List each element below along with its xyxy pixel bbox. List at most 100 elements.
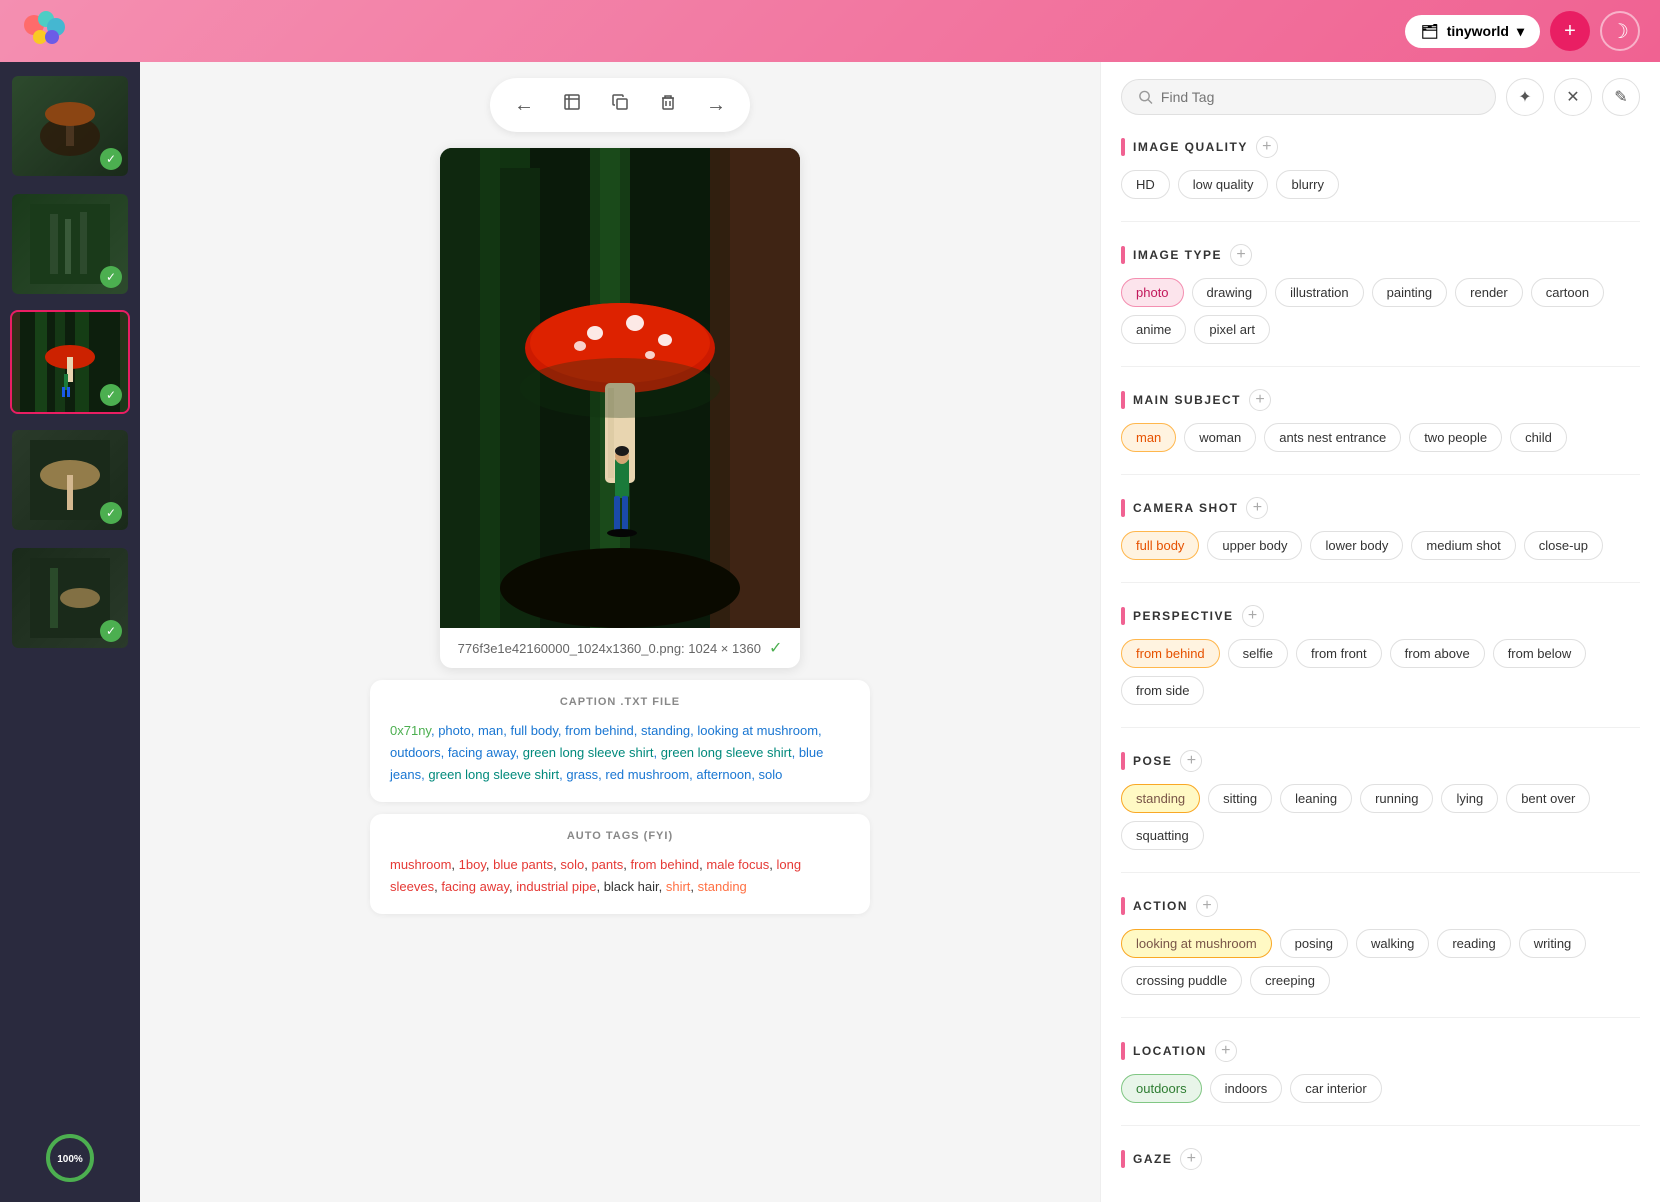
sidebar-item[interactable]: ✓ bbox=[10, 74, 130, 178]
main-layout: ✓ ✓ bbox=[0, 62, 1660, 1202]
add-location-button[interactable]: + bbox=[1215, 1040, 1237, 1062]
tag-render[interactable]: render bbox=[1455, 278, 1523, 307]
main-image-container: 776f3e1e42160000_1024x1360_0.png: 1024 ×… bbox=[440, 148, 800, 668]
forward-button[interactable]: → bbox=[702, 90, 730, 121]
magic-button[interactable]: ✦ bbox=[1506, 78, 1544, 116]
tag-creeping[interactable]: creeping bbox=[1250, 966, 1330, 995]
section-action: ACTION + looking at mushroom posing walk… bbox=[1121, 895, 1640, 995]
center-panel: ← bbox=[140, 62, 1100, 1202]
section-header-location: LOCATION + bbox=[1121, 1040, 1640, 1062]
tag-drawing[interactable]: drawing bbox=[1192, 278, 1268, 307]
tag-medium-shot[interactable]: medium shot bbox=[1411, 531, 1515, 560]
tag-running[interactable]: running bbox=[1360, 784, 1433, 813]
close-button[interactable]: ✕ bbox=[1554, 78, 1592, 116]
section-pose: POSE + standing sitting leaning running … bbox=[1121, 750, 1640, 850]
caption-title: CAPTION .TXT FILE bbox=[390, 696, 850, 708]
section-perspective: PERSPECTIVE + from behind selfie from fr… bbox=[1121, 605, 1640, 705]
image-quality-tags: HD low quality blurry bbox=[1121, 170, 1640, 199]
tag-standing[interactable]: standing bbox=[1121, 784, 1200, 813]
sidebar-item[interactable]: ✓ bbox=[10, 428, 130, 532]
add-action-button[interactable]: + bbox=[1196, 895, 1218, 917]
tag-walking[interactable]: walking bbox=[1356, 929, 1429, 958]
section-location: LOCATION + outdoors indoors car interior bbox=[1121, 1040, 1640, 1103]
tag-lower-body[interactable]: lower body bbox=[1310, 531, 1403, 560]
tag-from-side[interactable]: from side bbox=[1121, 676, 1204, 705]
tag-full-body[interactable]: full body bbox=[1121, 531, 1199, 560]
tag-pixel-art[interactable]: pixel art bbox=[1194, 315, 1270, 344]
tag-low-quality[interactable]: low quality bbox=[1178, 170, 1269, 199]
progress-label: 100% bbox=[57, 1154, 83, 1165]
add-image-quality-button[interactable]: + bbox=[1256, 136, 1278, 158]
edit-button[interactable]: ✎ bbox=[1602, 78, 1640, 116]
theme-toggle-button[interactable]: ☽ bbox=[1600, 11, 1640, 51]
section-header-action: ACTION + bbox=[1121, 895, 1640, 917]
filename-check-icon: ✓ bbox=[769, 638, 782, 658]
add-pose-button[interactable]: + bbox=[1180, 750, 1202, 772]
tag-bent-over[interactable]: bent over bbox=[1506, 784, 1590, 813]
tag-crossing-puddle[interactable]: crossing puddle bbox=[1121, 966, 1242, 995]
tag-selfie[interactable]: selfie bbox=[1228, 639, 1288, 668]
check-icon: ✓ bbox=[100, 266, 122, 288]
add-gaze-button[interactable]: + bbox=[1180, 1148, 1202, 1170]
tag-car-interior[interactable]: car interior bbox=[1290, 1074, 1381, 1103]
tag-upper-body[interactable]: upper body bbox=[1207, 531, 1302, 560]
tag-leaning[interactable]: leaning bbox=[1280, 784, 1352, 813]
tag-outdoors[interactable]: outdoors bbox=[1121, 1074, 1202, 1103]
tag-squatting[interactable]: squatting bbox=[1121, 821, 1204, 850]
add-camera-shot-button[interactable]: + bbox=[1246, 497, 1268, 519]
tag-from-front[interactable]: from front bbox=[1296, 639, 1382, 668]
section-title-image-type: IMAGE TYPE bbox=[1133, 248, 1222, 262]
tag-blurry[interactable]: blurry bbox=[1276, 170, 1339, 199]
tag-painting[interactable]: painting bbox=[1372, 278, 1448, 307]
tag-cartoon[interactable]: cartoon bbox=[1531, 278, 1604, 307]
tag-lying[interactable]: lying bbox=[1441, 784, 1498, 813]
autotags-box: AUTO TAGS (FYI) mushroom, 1boy, blue pan… bbox=[370, 814, 870, 914]
copy-button[interactable] bbox=[606, 88, 634, 122]
workspace-button[interactable]: 🗂 tinyworld ▾ bbox=[1405, 15, 1540, 48]
section-header-camera-shot: CAMERA SHOT + bbox=[1121, 497, 1640, 519]
tag-from-behind[interactable]: from behind bbox=[1121, 639, 1220, 668]
search-bar bbox=[1121, 79, 1496, 115]
add-main-subject-button[interactable]: + bbox=[1249, 389, 1271, 411]
tag-posing[interactable]: posing bbox=[1280, 929, 1348, 958]
add-button[interactable]: + bbox=[1550, 11, 1590, 51]
check-icon: ✓ bbox=[100, 502, 122, 524]
crop-button[interactable] bbox=[558, 88, 586, 122]
close-icon: ✕ bbox=[1566, 87, 1579, 107]
add-perspective-button[interactable]: + bbox=[1242, 605, 1264, 627]
tag-man[interactable]: man bbox=[1121, 423, 1176, 452]
tag-woman[interactable]: woman bbox=[1184, 423, 1256, 452]
section-bar bbox=[1121, 499, 1125, 517]
tag-reading[interactable]: reading bbox=[1437, 929, 1510, 958]
search-input[interactable] bbox=[1161, 89, 1479, 105]
check-icon: ✓ bbox=[100, 148, 122, 170]
tag-two-people[interactable]: two people bbox=[1409, 423, 1502, 452]
tag-close-up[interactable]: close-up bbox=[1524, 531, 1603, 560]
tag-illustration[interactable]: illustration bbox=[1275, 278, 1364, 307]
tag-ants-nest[interactable]: ants nest entrance bbox=[1264, 423, 1401, 452]
topbar-right: 🗂 tinyworld ▾ + ☽ bbox=[1405, 11, 1640, 51]
search-row: ✦ ✕ ✎ bbox=[1121, 78, 1640, 116]
image-filename-bar: 776f3e1e42160000_1024x1360_0.png: 1024 ×… bbox=[440, 628, 800, 668]
back-button[interactable]: ← bbox=[510, 90, 538, 121]
tag-child[interactable]: child bbox=[1510, 423, 1567, 452]
tag-indoors[interactable]: indoors bbox=[1210, 1074, 1283, 1103]
section-title-main-subject: MAIN SUBJECT bbox=[1133, 393, 1241, 407]
delete-button[interactable] bbox=[654, 88, 682, 122]
tag-sitting[interactable]: sitting bbox=[1208, 784, 1272, 813]
section-bar bbox=[1121, 391, 1125, 409]
magic-icon: ✦ bbox=[1518, 87, 1531, 107]
tag-looking-at-mushroom[interactable]: looking at mushroom bbox=[1121, 929, 1272, 958]
tag-photo[interactable]: photo bbox=[1121, 278, 1184, 307]
tag-from-above[interactable]: from above bbox=[1390, 639, 1485, 668]
tag-from-below[interactable]: from below bbox=[1493, 639, 1587, 668]
sidebar-item[interactable]: ✓ bbox=[10, 192, 130, 296]
sidebar-item[interactable]: ✓ bbox=[10, 546, 130, 650]
tag-anime[interactable]: anime bbox=[1121, 315, 1186, 344]
section-header-gaze: GAZE + bbox=[1121, 1148, 1640, 1170]
tag-hd[interactable]: HD bbox=[1121, 170, 1170, 199]
topbar: 🗂 tinyworld ▾ + ☽ bbox=[0, 0, 1660, 62]
add-image-type-button[interactable]: + bbox=[1230, 244, 1252, 266]
sidebar-item-active[interactable]: ✓ bbox=[10, 310, 130, 414]
tag-writing[interactable]: writing bbox=[1519, 929, 1587, 958]
